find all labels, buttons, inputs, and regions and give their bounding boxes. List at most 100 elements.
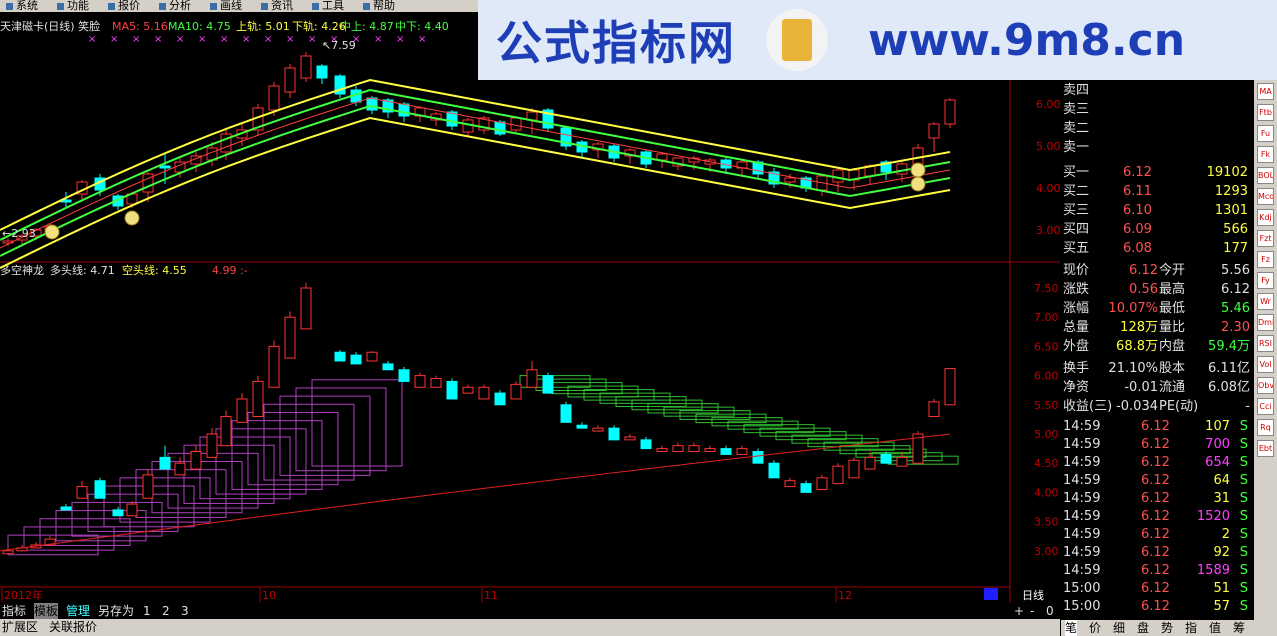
marker-x-4: × [176,34,184,45]
quote-tab-5[interactable]: 指 [1185,620,1197,636]
indicator-icon-4[interactable]: BOL [1257,167,1274,184]
sub-axis-label-5: 5.00 [1034,428,1059,441]
sub-candle-40 [656,448,668,453]
banner-title: 公式指标网 [496,16,736,70]
sub-candle-32 [526,369,538,388]
sub-candle-34 [560,404,572,423]
tick-row-6: 14:59 6.12 2 S [1063,527,1248,542]
quote-tab-6[interactable]: 值 [1209,620,1221,636]
period-label: 日线 [1022,588,1044,602]
quote-panel-tabs: 笔价细盘势指值筹 [1061,620,1254,636]
marker-x-10: × [308,34,316,45]
menu-item-5[interactable]: 资讯 [259,0,296,12]
indicator-tab-2[interactable]: 管理 [66,603,90,619]
menu-item-2[interactable]: 报价 [106,0,143,12]
menu-item-6[interactable]: 工具 [310,0,347,12]
x-axis-label-1: 10 [262,589,276,602]
marker-x-6: × [220,34,228,45]
indicator-tab-0[interactable]: 指标 [2,603,26,619]
mid-upper-band [0,88,951,241]
indicator-tab-6[interactable]: 3 [181,603,189,619]
quote-tab-4[interactable]: 势 [1161,620,1173,636]
extension-tab-0[interactable]: 扩展区 [2,619,38,636]
menu-item-1[interactable]: 功能 [55,0,92,12]
menu-item-3[interactable]: 分析 [157,0,194,12]
indicator-icon-0[interactable]: MA [1257,83,1274,100]
main-axis-label-2: 4.00 [1036,182,1060,195]
extension-tab-1[interactable]: 关联报价 [49,619,97,636]
banner-logo [766,9,828,71]
indicator-icon-14[interactable]: Obv [1257,377,1274,394]
marker-x-15: × [418,34,426,45]
kline-chart[interactable]: 天津磁卡(日线) 笑脸 MA5: 5.16 MA10: 4.75 上轨: 5.01 下轨… [0,12,1060,602]
sub-candle-53 [864,456,876,470]
indicator-icon-5[interactable]: Mcd [1257,188,1274,205]
annotation-low: ←2.93 [2,227,36,240]
sub-candle-58 [944,368,956,406]
sub-header-1: 多头线: 4.71 [50,263,115,277]
indicator-icon-11[interactable]: Dmi [1257,314,1274,331]
sub-header-3: 4.99 :- [212,264,248,277]
main-header-1: MA5: 5.16 [112,20,168,33]
indicator-icon-3[interactable]: Fk [1257,146,1274,163]
indicator-tab-5[interactable]: 2 [162,603,170,619]
indicator-tab-4[interactable]: 1 [143,603,151,619]
bear-box-7 [631,399,703,411]
quote-tab-0[interactable]: 笔 [1065,620,1078,636]
indicator-icon-8[interactable]: Fz [1257,251,1274,268]
quote-tab-3[interactable]: 盘 [1137,620,1149,636]
indicator-icon-9[interactable]: Fy [1257,272,1274,289]
bull-box-19 [311,379,403,467]
indicator-icon-13[interactable]: Vol [1257,356,1274,373]
tick-row-7: 14:59 6.12 92 S [1063,545,1248,560]
quote-row-2: 涨幅 10.07% 最低 5.46 [1063,301,1250,316]
sub-candle-22 [366,351,378,362]
menu-item-4[interactable]: 画线 [208,0,245,12]
zoom-button-0[interactable]: + [1014,603,1024,619]
quote-row-0: 现价 6.12 今开 5.56 [1063,263,1250,278]
indicator-icon-16[interactable]: Rq [1257,419,1274,436]
quote-row-5: 换手 21.10% 股本 6.11亿 [1063,361,1250,376]
indicator-tab-1[interactable]: 模板 [34,603,59,619]
sub-candle-47 [768,462,780,479]
sub-candle-35 [576,424,588,429]
tick-row-4: 14:59 6.12 31 S [1063,491,1248,506]
tick-row-0: 14:59 6.12 107 S [1063,419,1248,434]
sub-candle-46 [752,451,764,464]
tick-row-9: 15:00 6.12 51 S [1063,581,1248,596]
sub-candle-29 [478,386,490,400]
main-candle-49 [784,177,796,183]
sub-candle-51 [832,465,844,485]
quote-row-4: 外盘 68.8万 内盘 59.4万 [1063,339,1250,354]
menu-item-7[interactable]: 帮助 [361,0,398,12]
indicator-icon-6[interactable]: Kdj [1257,209,1274,226]
main-candle-20 [316,65,328,79]
sub-axis-label-4: 5.50 [1034,399,1059,412]
sub-candle-5 [76,486,88,499]
x-axis-label-3: 12 [838,589,852,602]
main-header-4: 下轨: 4.26 [292,19,346,33]
upper-band [0,78,951,231]
menu-item-0[interactable]: 系统 [4,0,41,12]
period-scroll[interactable] [984,588,998,600]
indicator-icon-1[interactable]: Ftb [1257,104,1274,121]
sell-row-3: 卖一 [1063,140,1090,155]
zoom-button-2[interactable]: 0 [1046,603,1054,619]
quote-tab-7[interactable]: 筹 [1233,620,1245,636]
quote-tab-2[interactable]: 细 [1113,620,1125,636]
indicator-icon-10[interactable]: Wr [1257,293,1274,310]
sub-candle-9 [142,474,154,499]
indicator-icon-17[interactable]: Ebt [1257,440,1274,457]
indicator-icon-15[interactable]: Cci [1257,398,1274,415]
x-axis-label-0: 2012年 [4,588,43,602]
sub-candle-10 [159,456,171,470]
quote-tab-1[interactable]: 价 [1089,620,1101,636]
indicator-icon-7[interactable]: Fzt [1257,230,1274,247]
tick-row-2: 14:59 6.12 654 S [1063,455,1248,470]
zoom-button-1[interactable]: - [1030,603,1034,619]
indicator-icon-2[interactable]: Fu [1257,125,1274,142]
indicator-tab-3[interactable]: 另存为 [98,603,134,619]
indicator-icon-12[interactable]: RSI [1257,335,1274,352]
quote-panel: 卖四 卖三 卖二 卖一 买一 6.12 19102 买二 6.11 1293 买三 6.10 1301 买… [1061,80,1254,636]
extension-tab-bar: 扩展区 关联报价 [0,619,1060,636]
